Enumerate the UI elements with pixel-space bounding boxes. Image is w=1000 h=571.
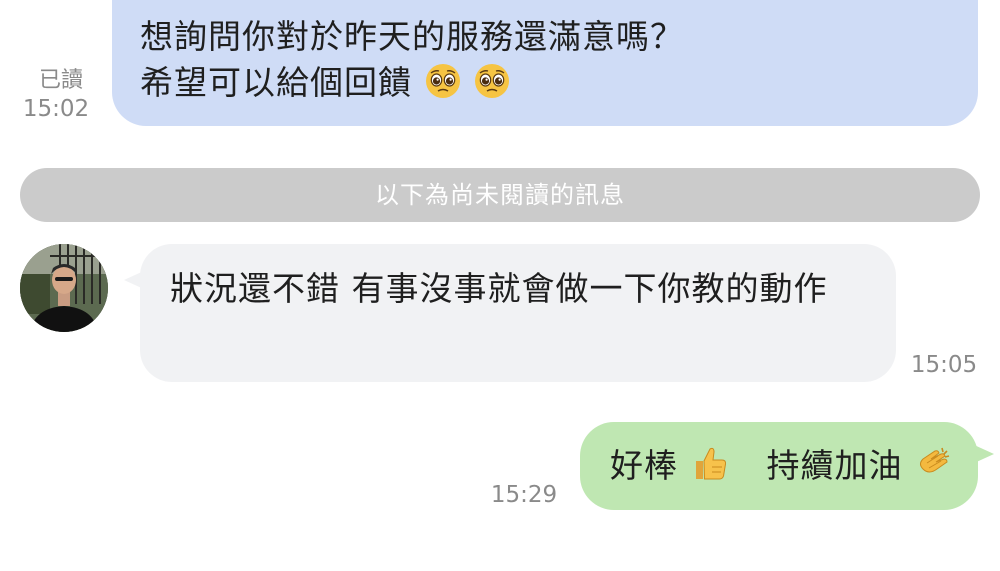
message-timestamp: 15:05 (910, 352, 978, 378)
read-receipt: 已讀 (38, 68, 83, 93)
clapping-hands-icon (914, 443, 954, 496)
message-line-2-text: 希望可以給個回饋 (140, 63, 412, 102)
message-line-2: 希望可以給個回饋 (140, 60, 684, 112)
message-text: 狀況還不錯 有事沒事就會做一下你教的動作 (170, 269, 828, 308)
unread-divider: 以下為尚未閱讀的訊息 (20, 168, 980, 222)
message-bubble-outgoing[interactable]: 想詢問你對於昨天的服務還滿意嗎？ 希望可以給個回饋 (112, 0, 978, 126)
message-bubble-outgoing[interactable]: 好棒 持續加油 (580, 422, 978, 510)
bubble-tail (972, 444, 994, 464)
message-text-part: 好棒 (610, 446, 678, 485)
thumbs-up-icon (690, 443, 730, 496)
message-timestamp: 15:02 (22, 96, 90, 122)
message-timestamp: 15:29 (490, 482, 558, 508)
message-bubble-incoming[interactable]: 狀況還不錯 有事沒事就會做一下你教的動作 (140, 244, 896, 382)
message-text-part: 持續加油 (766, 446, 903, 485)
pleading-face-icon (473, 62, 511, 112)
pleading-face-icon (424, 62, 462, 112)
message-text: 想詢問你對於昨天的服務還滿意嗎？ 希望可以給個回饋 (140, 14, 684, 112)
message-line-1: 想詢問你對於昨天的服務還滿意嗎？ (140, 17, 684, 56)
avatar[interactable] (20, 244, 108, 332)
message-text: 好棒 持續加油 (610, 442, 954, 496)
